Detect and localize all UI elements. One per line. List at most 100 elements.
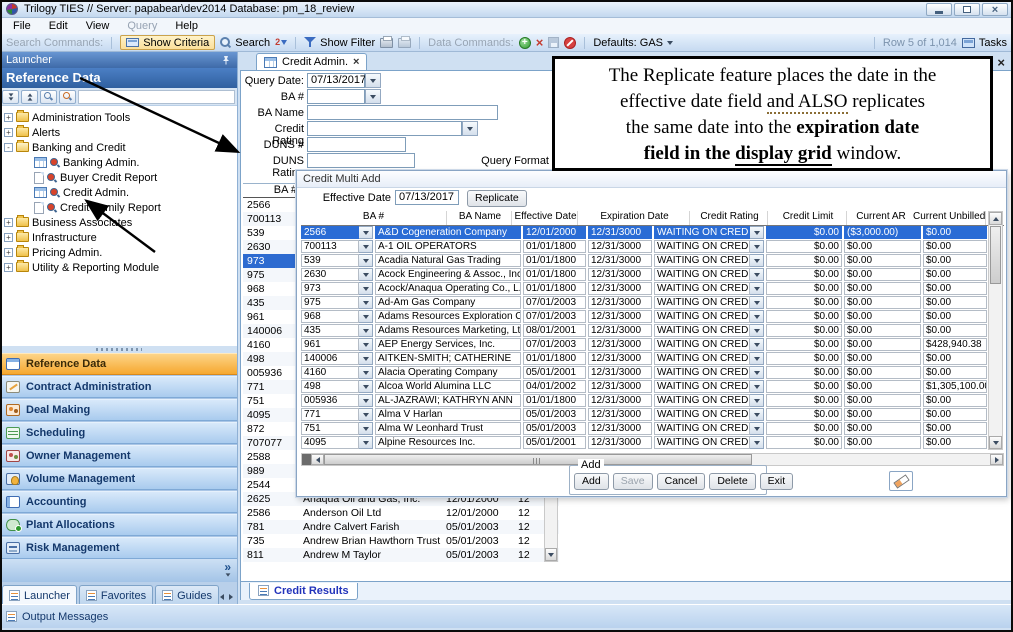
current-unbilled-cell[interactable]: $0.00 bbox=[923, 422, 987, 435]
effective-date-cell[interactable]: 01/01/1800 bbox=[523, 254, 586, 267]
effective-date-cell[interactable]: 07/01/2003 bbox=[523, 338, 586, 351]
current-unbilled-cell[interactable]: $0.00 bbox=[923, 436, 987, 449]
tree-expander[interactable]: - bbox=[4, 143, 13, 152]
credit-row[interactable]: 435 Adams Resources Marketing, Ltd 08/01… bbox=[301, 324, 1004, 338]
tree-expander[interactable]: + bbox=[4, 113, 13, 122]
results-row[interactable]: 781 Andre Calvert Farish 05/01/2003 12 bbox=[243, 520, 559, 534]
credit-rating-cell[interactable]: WAITING ON CREDIT bbox=[654, 352, 750, 365]
replicate-button[interactable]: Replicate bbox=[467, 190, 527, 207]
credit-rating-cell[interactable]: WAITING ON CREDIT bbox=[654, 436, 750, 449]
credit-rating-cell[interactable]: WAITING ON CREDIT bbox=[654, 422, 750, 435]
ba-dropdown[interactable] bbox=[359, 310, 373, 323]
effective-date-cell[interactable]: 08/01/2001 bbox=[523, 324, 586, 337]
credit-limit-cell[interactable]: $0.00 bbox=[766, 380, 842, 393]
credit-rating-dropdown[interactable] bbox=[750, 422, 764, 435]
ba-name-cell[interactable]: AITKEN-SMITH; CATHERINE bbox=[375, 352, 521, 365]
current-ar-cell[interactable]: $0.00 bbox=[844, 366, 921, 379]
nav-button[interactable]: Scheduling bbox=[0, 422, 237, 444]
expiration-date-cell[interactable]: 12/31/3000 bbox=[588, 240, 652, 253]
current-ar-cell[interactable]: $0.00 bbox=[844, 254, 921, 267]
expiration-date-cell[interactable]: 12/31/3000 bbox=[588, 282, 652, 295]
credit-rating-dropdown[interactable] bbox=[750, 408, 764, 421]
ba-name-cell[interactable]: Acock Engineering & Assoc., Inc bbox=[375, 268, 521, 281]
ba-dropdown[interactable] bbox=[359, 268, 373, 281]
dialog-titlebar[interactable]: Credit Multi Add bbox=[297, 171, 1006, 188]
credit-limit-cell[interactable]: $0.00 bbox=[766, 408, 842, 421]
ba-name-cell[interactable]: Alma V Harlan bbox=[375, 408, 521, 421]
credit-rating-dropdown[interactable] bbox=[750, 240, 764, 253]
credit-limit-cell[interactable]: $0.00 bbox=[766, 324, 842, 337]
tree-expander[interactable]: + bbox=[4, 218, 13, 227]
ba-dropdown[interactable] bbox=[359, 408, 373, 421]
duns-rating-input[interactable] bbox=[307, 153, 415, 168]
search-tree-alt-button[interactable] bbox=[59, 90, 76, 104]
ba-number-input[interactable] bbox=[307, 89, 365, 104]
nav-button[interactable]: Accounting bbox=[0, 491, 237, 513]
tree-item[interactable]: Credit Admin. bbox=[0, 185, 237, 200]
credit-admin-tab[interactable]: Credit Admin. × bbox=[256, 53, 367, 70]
scroll-down-button[interactable] bbox=[989, 436, 1002, 449]
credit-rating-dropdown[interactable] bbox=[750, 324, 764, 337]
tree-item[interactable]: + Business Associates bbox=[0, 215, 237, 230]
nav-button[interactable]: Deal Making bbox=[0, 399, 237, 421]
current-ar-cell[interactable]: $0.00 bbox=[844, 380, 921, 393]
ba-dropdown[interactable] bbox=[359, 338, 373, 351]
tree-item[interactable]: Credit Family Report bbox=[0, 200, 237, 215]
scroll-right-button[interactable] bbox=[990, 454, 1003, 465]
overflow-chevron-icon[interactable]: » bbox=[224, 561, 231, 577]
effective-date-cell[interactable]: 01/01/1800 bbox=[523, 394, 586, 407]
expiration-date-cell[interactable]: 12/31/3000 bbox=[588, 394, 652, 407]
current-ar-cell[interactable]: $0.00 bbox=[844, 352, 921, 365]
effective-date-cell[interactable]: 05/01/2003 bbox=[523, 408, 586, 421]
ba-number-cell[interactable]: 961 bbox=[301, 338, 359, 351]
current-ar-cell[interactable]: $0.00 bbox=[844, 240, 921, 253]
current-unbilled-cell[interactable]: $0.00 bbox=[923, 268, 987, 281]
effective-date-cell[interactable]: 01/01/1800 bbox=[523, 268, 586, 281]
cancel-record-button[interactable] bbox=[564, 37, 576, 49]
ba-number-dropdown[interactable] bbox=[365, 89, 381, 104]
dialog-action-button[interactable]: Cancel bbox=[657, 473, 706, 490]
expiration-date-cell[interactable]: 12/31/3000 bbox=[588, 268, 652, 281]
save-record-button[interactable] bbox=[548, 37, 559, 48]
ba-column-header[interactable]: BA # bbox=[243, 184, 301, 197]
ba-dropdown[interactable] bbox=[359, 282, 373, 295]
expiration-date-cell[interactable]: 12/31/3000 bbox=[588, 422, 652, 435]
current-ar-cell[interactable]: ($3,000.00) bbox=[844, 226, 921, 239]
current-ar-cell[interactable]: $0.00 bbox=[844, 324, 921, 337]
effective-date-input[interactable]: 07/13/2017 bbox=[395, 190, 459, 205]
expiration-date-cell[interactable]: 12/31/3000 bbox=[588, 254, 652, 267]
nav-button[interactable]: Owner Management bbox=[0, 445, 237, 467]
scroll-gripper[interactable] bbox=[302, 454, 311, 465]
scroll-down-button[interactable] bbox=[545, 548, 557, 561]
ba-name-cell[interactable]: Ad-Am Gas Company bbox=[375, 296, 521, 309]
menu-item[interactable]: View bbox=[77, 18, 119, 34]
dialog-vscrollbar[interactable] bbox=[988, 211, 1003, 450]
ba-name-cell[interactable]: Adams Resources Exploration Corp. bbox=[375, 310, 521, 323]
current-unbilled-cell[interactable]: $0.00 bbox=[923, 282, 987, 295]
ba-name-cell[interactable]: AEP Energy Services, Inc. bbox=[375, 338, 521, 351]
menu-item[interactable]: File bbox=[4, 18, 40, 34]
scroll-thumb[interactable] bbox=[324, 454, 752, 465]
expiration-date-cell[interactable]: 12/31/3000 bbox=[588, 338, 652, 351]
results-row[interactable]: 2586 Anderson Oil Ltd 12/01/2000 12 bbox=[243, 506, 559, 520]
collapse-all-button[interactable] bbox=[2, 90, 19, 104]
column-header[interactable]: Credit Rating bbox=[692, 211, 768, 225]
expiration-date-cell[interactable]: 12/31/3000 bbox=[588, 324, 652, 337]
credit-rating-cell[interactable]: WAITING ON CREDIT bbox=[654, 366, 750, 379]
ba-number-cell[interactable]: 751 bbox=[301, 422, 359, 435]
credit-rating-cell[interactable]: WAITING ON CREDIT bbox=[654, 296, 750, 309]
credit-limit-cell[interactable]: $0.00 bbox=[766, 422, 842, 435]
ba-name-cell[interactable]: A&D Cogeneration Company bbox=[375, 226, 521, 239]
nav-button[interactable]: Plant Allocations bbox=[0, 514, 237, 536]
current-ar-cell[interactable]: $0.00 bbox=[844, 296, 921, 309]
credit-rating-dropdown[interactable] bbox=[750, 282, 764, 295]
effective-date-cell[interactable]: 01/01/1800 bbox=[523, 240, 586, 253]
ba-name-cell[interactable]: Alacia Operating Company bbox=[375, 366, 521, 379]
search-tree-button[interactable] bbox=[40, 90, 57, 104]
current-ar-cell[interactable]: $0.00 bbox=[844, 408, 921, 421]
tree-filter-input[interactable] bbox=[78, 90, 235, 104]
defaults-dropdown[interactable]: Defaults: GAS bbox=[593, 37, 673, 49]
credit-rating-cell[interactable]: WAITING ON CREDIT bbox=[654, 324, 750, 337]
ba-dropdown[interactable] bbox=[359, 380, 373, 393]
current-unbilled-cell[interactable]: $0.00 bbox=[923, 352, 987, 365]
